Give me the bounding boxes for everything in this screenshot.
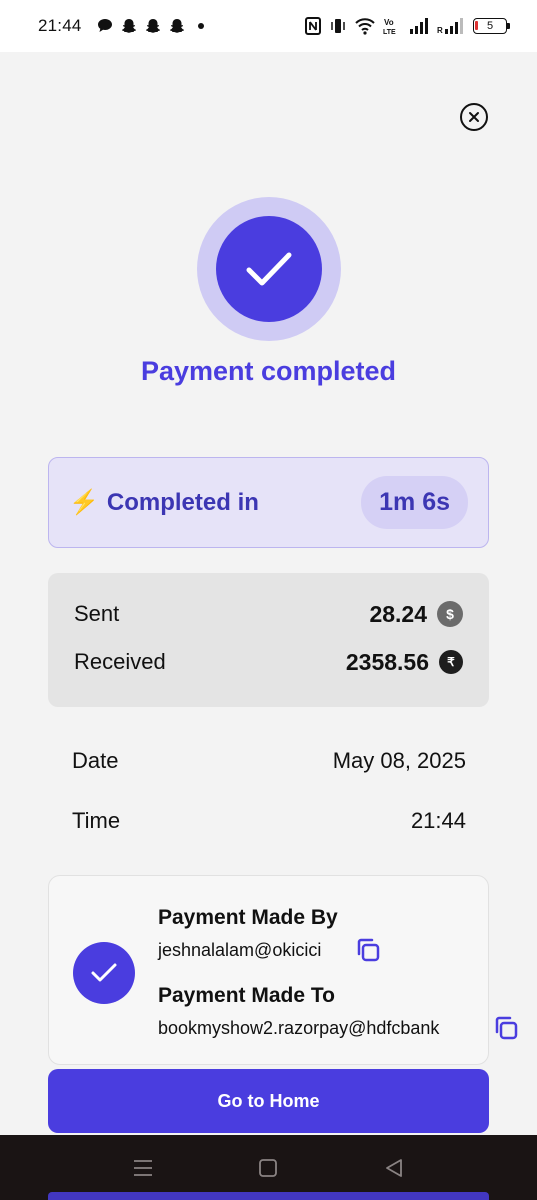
status-bar: 21:44 Vo LTE R 5 — [0, 0, 537, 52]
snapchat-icon — [169, 19, 184, 33]
date-value: May 08, 2025 — [332, 748, 466, 773]
close-button[interactable] — [460, 103, 488, 131]
usdc-coin-icon: $ — [437, 601, 463, 627]
system-nav-bar — [0, 1135, 537, 1200]
nav-back-button[interactable] — [374, 1148, 414, 1188]
duration-badge: 1m 6s — [361, 476, 468, 529]
back-triangle-icon — [386, 1158, 403, 1177]
svg-text:LTE: LTE — [383, 29, 396, 35]
made-by-label: Payment Made By — [158, 906, 338, 929]
dot-icon — [197, 23, 204, 29]
sent-label: Sent — [74, 601, 120, 626]
date-row: Date May 08, 2025 — [72, 748, 466, 774]
signal-icon — [410, 18, 428, 34]
notification-icons — [96, 17, 204, 35]
completed-in-label: Completed in — [106, 488, 259, 516]
signal-roaming-icon: R — [437, 18, 463, 34]
amount-card: Sent 28.24 $ Received 2358.56 ₹ — [48, 573, 489, 707]
svg-text:R: R — [437, 26, 443, 34]
party-check-badge — [73, 942, 135, 1004]
made-to-label: Payment Made To — [158, 984, 335, 1007]
received-row: Received 2358.56 ₹ — [74, 649, 463, 675]
copy-payer-icon[interactable] — [354, 936, 382, 964]
rupee-coin-icon: ₹ — [439, 650, 463, 674]
lightning-icon: ⚡ — [69, 489, 99, 516]
sent-row: Sent 28.24 $ — [74, 601, 463, 627]
system-icons: Vo LTE R 5 — [305, 17, 510, 35]
go-to-home-button[interactable]: Go to Home — [48, 1069, 489, 1133]
completed-in-card: ⚡ Completed in 1m 6s — [48, 457, 489, 548]
snapchat-icon — [145, 19, 160, 33]
nfc-icon — [305, 17, 321, 35]
date-label: Date — [72, 748, 119, 773]
nav-menu-button[interactable] — [123, 1148, 163, 1188]
menu-icon — [133, 1159, 152, 1176]
snapchat-icon — [121, 19, 136, 33]
made-to-value: bookmyshow2.razorpay@hdfcbank — [158, 1018, 440, 1038]
time-value: 21:44 — [410, 808, 466, 833]
made-by-value: jeshnalalam@okicici — [158, 940, 322, 960]
volte-icon: Vo LTE — [383, 18, 396, 35]
received-label: Received — [74, 649, 166, 674]
vibrate-icon — [331, 19, 345, 33]
sent-value: 28.24 — [369, 600, 427, 627]
checkmark-icon — [91, 963, 117, 982]
copy-payee-icon[interactable] — [492, 1014, 520, 1042]
received-value: 2358.56 — [345, 648, 429, 675]
status-time: 21:44 — [38, 16, 82, 35]
checkmark-icon — [246, 252, 292, 286]
success-indicator — [197, 197, 341, 341]
success-circle — [216, 216, 322, 322]
battery-icon: 5 — [473, 18, 510, 34]
wifi-icon — [355, 18, 375, 35]
chat-bubble-icon — [97, 19, 112, 32]
home-square-icon — [259, 1158, 278, 1177]
close-icon — [469, 112, 479, 122]
time-label: Time — [72, 808, 121, 833]
page-title: Payment completed — [140, 356, 397, 386]
time-row: Time 21:44 — [72, 808, 466, 834]
svg-text:Vo: Vo — [384, 18, 394, 27]
payment-parties-card: Payment Made By jeshnalalam@okicici Paym… — [48, 875, 489, 1065]
nav-home-button[interactable] — [248, 1148, 288, 1188]
